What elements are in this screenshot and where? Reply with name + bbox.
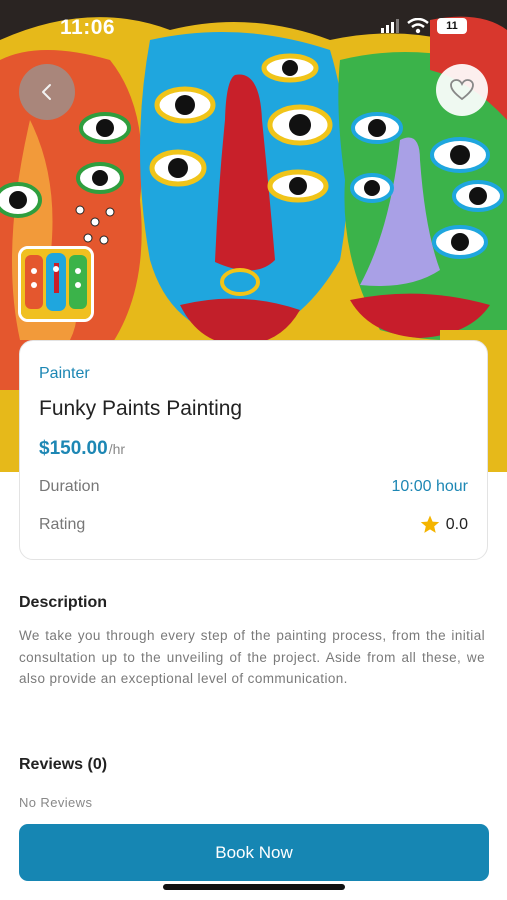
rating-display: 0.0: [420, 515, 468, 534]
no-reviews-text: No Reviews: [19, 795, 93, 810]
wifi-icon: [407, 18, 429, 34]
back-button[interactable]: [19, 64, 75, 120]
favorite-button[interactable]: [436, 64, 488, 116]
price-amount: $150.00: [39, 438, 108, 459]
home-indicator[interactable]: [163, 884, 345, 890]
rating-value: 0.0: [445, 515, 468, 533]
price-unit: /hr: [108, 441, 126, 457]
service-price: $150.00 /hr: [39, 438, 125, 460]
signal-icon: [381, 19, 399, 33]
service-category: Painter: [39, 365, 90, 382]
description-text: We take you through every step of the pa…: [19, 628, 485, 686]
description-heading: Description: [19, 594, 108, 611]
status-time: 11:06: [60, 16, 116, 39]
chevron-left-icon: [42, 84, 51, 100]
thumbnail-artwork: [21, 249, 91, 319]
duration-label: Duration: [39, 478, 100, 495]
duration-row: Duration 10:00 hour: [39, 478, 468, 496]
rating-label: Rating: [39, 515, 86, 533]
service-info-card: Painter Funky Paints Painting $150.00 /h…: [19, 340, 488, 560]
status-bar: 11:06 11: [0, 0, 507, 56]
heart-icon: [450, 79, 474, 101]
duration-value: 10:00 hour: [391, 478, 468, 495]
service-title: Funky Paints Painting: [39, 397, 243, 420]
status-icons: 11: [381, 18, 467, 34]
rating-row: Rating 0.0: [39, 515, 468, 534]
book-now-button[interactable]: Book Now: [19, 824, 489, 881]
reviews-heading: Reviews (0): [19, 756, 108, 773]
star-icon: [420, 515, 439, 533]
battery-icon: 11: [437, 18, 467, 34]
gallery-thumbnail[interactable]: [18, 246, 94, 322]
